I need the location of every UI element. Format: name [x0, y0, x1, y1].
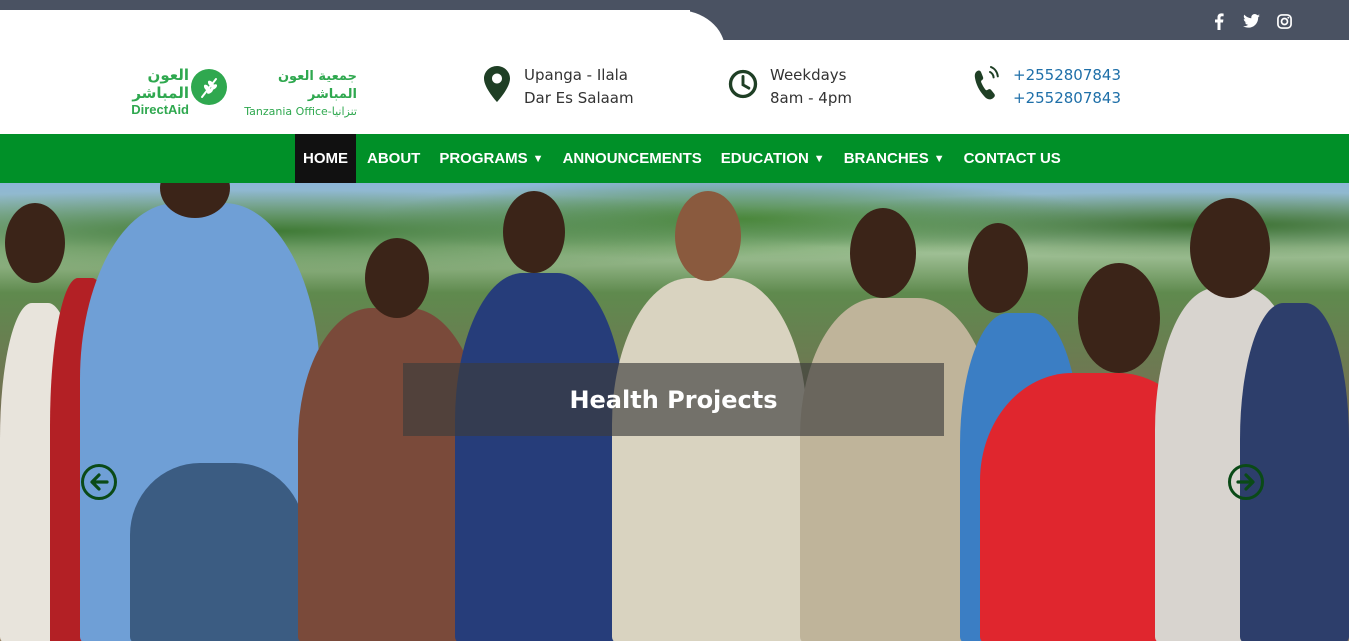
logo-english-name: DirectAid — [131, 102, 189, 117]
nav-item-contact-us[interactable]: CONTACT US — [956, 134, 1069, 183]
hero-photo-person — [365, 238, 429, 318]
twitter-icon[interactable] — [1243, 13, 1260, 30]
hero-photo-person — [675, 191, 741, 281]
nav-item-label: EDUCATION — [720, 150, 809, 167]
phone-link-2[interactable]: +2552807843 — [1013, 87, 1121, 110]
map-pin-icon — [482, 64, 512, 104]
social-links — [1210, 10, 1293, 32]
address-line-2: Dar Es Salaam — [524, 89, 634, 107]
hero-photo-person — [5, 203, 65, 283]
hero-photo-person — [968, 223, 1028, 313]
slider-next-button[interactable] — [1228, 464, 1264, 500]
logo-left-text: العون المباشر DirectAid — [117, 66, 189, 118]
wheat-icon — [191, 69, 227, 105]
nav-item-announcements[interactable]: ANNOUNCEMENTS — [555, 134, 710, 183]
nav-item-home[interactable]: HOME — [295, 134, 356, 183]
hours-line-2: 8am - 4pm — [770, 89, 852, 107]
arrow-left-icon — [90, 473, 109, 491]
slide-caption: Health Projects — [403, 363, 944, 436]
chevron-down-icon: ▼ — [532, 152, 544, 165]
logo-right-text: جمعية العون المباشر Tanzania Office-تنزا… — [237, 68, 357, 120]
site-header: العون المباشر DirectAid جمعية العون المب… — [0, 40, 1349, 134]
top-bar-curve — [0, 10, 725, 40]
hero-photo-person — [130, 463, 305, 641]
hero-photo-person — [850, 208, 916, 298]
slider-prev-button[interactable] — [81, 464, 117, 500]
chevron-down-icon: ▼ — [933, 152, 945, 165]
slide-title: Health Projects — [569, 385, 778, 414]
hours-line-1: Weekdays — [770, 66, 847, 84]
hours-text: Weekdays 8am - 4pm — [770, 64, 852, 110]
main-navigation: HOME ABOUT PROGRAMS ▼ ANNOUNCEMENTS EDUCA… — [0, 134, 1349, 183]
instagram-icon[interactable] — [1276, 13, 1293, 30]
phone-info: +2552807843 +2552807843 — [971, 64, 1121, 110]
nav-item-label: HOME — [303, 150, 348, 167]
arrow-right-icon — [1236, 473, 1255, 491]
phone-text: +2552807843 +2552807843 — [1013, 64, 1121, 110]
directaid-logo[interactable]: العون المباشر DirectAid جمعية العون المب… — [117, 66, 357, 118]
address-line-1: Upanga - Ilala — [524, 66, 629, 84]
hero-photo-person — [612, 278, 807, 641]
nav-item-label: BRANCHES — [843, 150, 929, 167]
nav-item-label: ABOUT — [367, 150, 421, 167]
address-text: Upanga - Ilala Dar Es Salaam — [524, 64, 634, 110]
clock-icon — [728, 64, 758, 104]
nav-item-about[interactable]: ABOUT — [359, 134, 428, 183]
hero-photo-person — [1078, 263, 1160, 373]
logo-arabic-name: العون المباشر — [132, 66, 189, 102]
nav-item-branches[interactable]: BRANCHES ▼ — [836, 134, 953, 183]
chevron-down-icon: ▼ — [813, 152, 825, 165]
facebook-icon[interactable] — [1210, 12, 1227, 30]
nav-item-label: ANNOUNCEMENTS — [562, 150, 702, 167]
logo-office-line: Tanzania Office-تنزانيا — [244, 105, 357, 118]
nav-item-label: CONTACT US — [963, 150, 1061, 167]
nav-item-education[interactable]: EDUCATION ▼ — [713, 134, 833, 183]
hero-photo-person — [455, 273, 625, 641]
nav-menu: HOME ABOUT PROGRAMS ▼ ANNOUNCEMENTS EDUCA… — [295, 134, 1072, 183]
hero-photo-person — [1190, 198, 1270, 298]
hero-photo-person — [503, 191, 565, 273]
hours-info: Weekdays 8am - 4pm — [728, 64, 852, 110]
logo-arabic-org: جمعية العون المباشر — [277, 69, 357, 102]
hero-slider: Health Projects — [0, 183, 1349, 641]
address-info: Upanga - Ilala Dar Es Salaam — [482, 64, 634, 110]
phone-icon — [971, 64, 1001, 104]
nav-item-programs[interactable]: PROGRAMS ▼ — [431, 134, 551, 183]
nav-item-label: PROGRAMS — [439, 150, 528, 167]
phone-link-1[interactable]: +2552807843 — [1013, 64, 1121, 87]
top-bar — [0, 0, 1349, 40]
